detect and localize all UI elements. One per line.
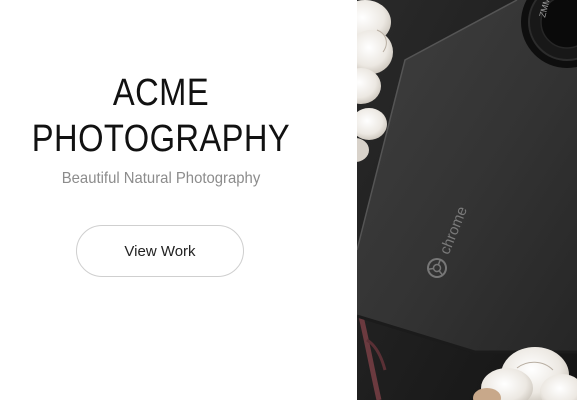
hero-photo: chrome ZMM: [357, 0, 577, 400]
site-title: ACME PHOTOGRAPHY: [23, 70, 300, 162]
hero-text-panel: ACME PHOTOGRAPHY Beautiful Natural Photo…: [0, 0, 357, 400]
site-title-line-1: ACME: [112, 72, 210, 114]
view-work-button[interactable]: View Work: [76, 225, 244, 277]
site-tagline: Beautiful Natural Photography: [61, 170, 261, 187]
site-title-line-2: PHOTOGRAPHY: [31, 118, 291, 160]
